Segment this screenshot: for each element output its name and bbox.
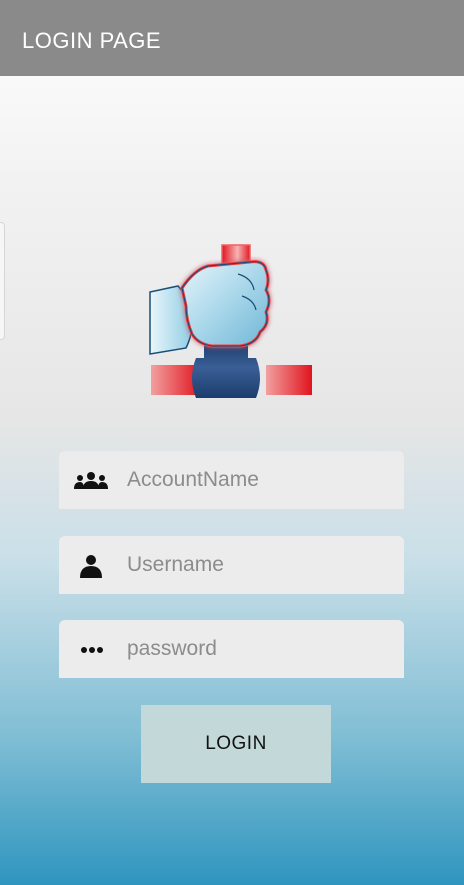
username-field[interactable] <box>59 536 404 594</box>
edge-drawer-handle[interactable] <box>0 222 5 340</box>
app-bar: LOGIN PAGE <box>0 0 464 76</box>
hand-on-pipe-logo <box>149 244 312 398</box>
username-input[interactable] <box>127 536 397 594</box>
password-input[interactable] <box>127 620 397 678</box>
page-title: LOGIN PAGE <box>22 28 162 53</box>
group-icon <box>74 472 108 489</box>
person-icon <box>80 555 102 578</box>
password-dots-icon <box>81 647 103 653</box>
login-button[interactable]: LOGIN <box>141 705 331 783</box>
password-field[interactable] <box>59 620 404 678</box>
account-name-input[interactable] <box>127 451 397 509</box>
account-field[interactable] <box>59 451 404 509</box>
